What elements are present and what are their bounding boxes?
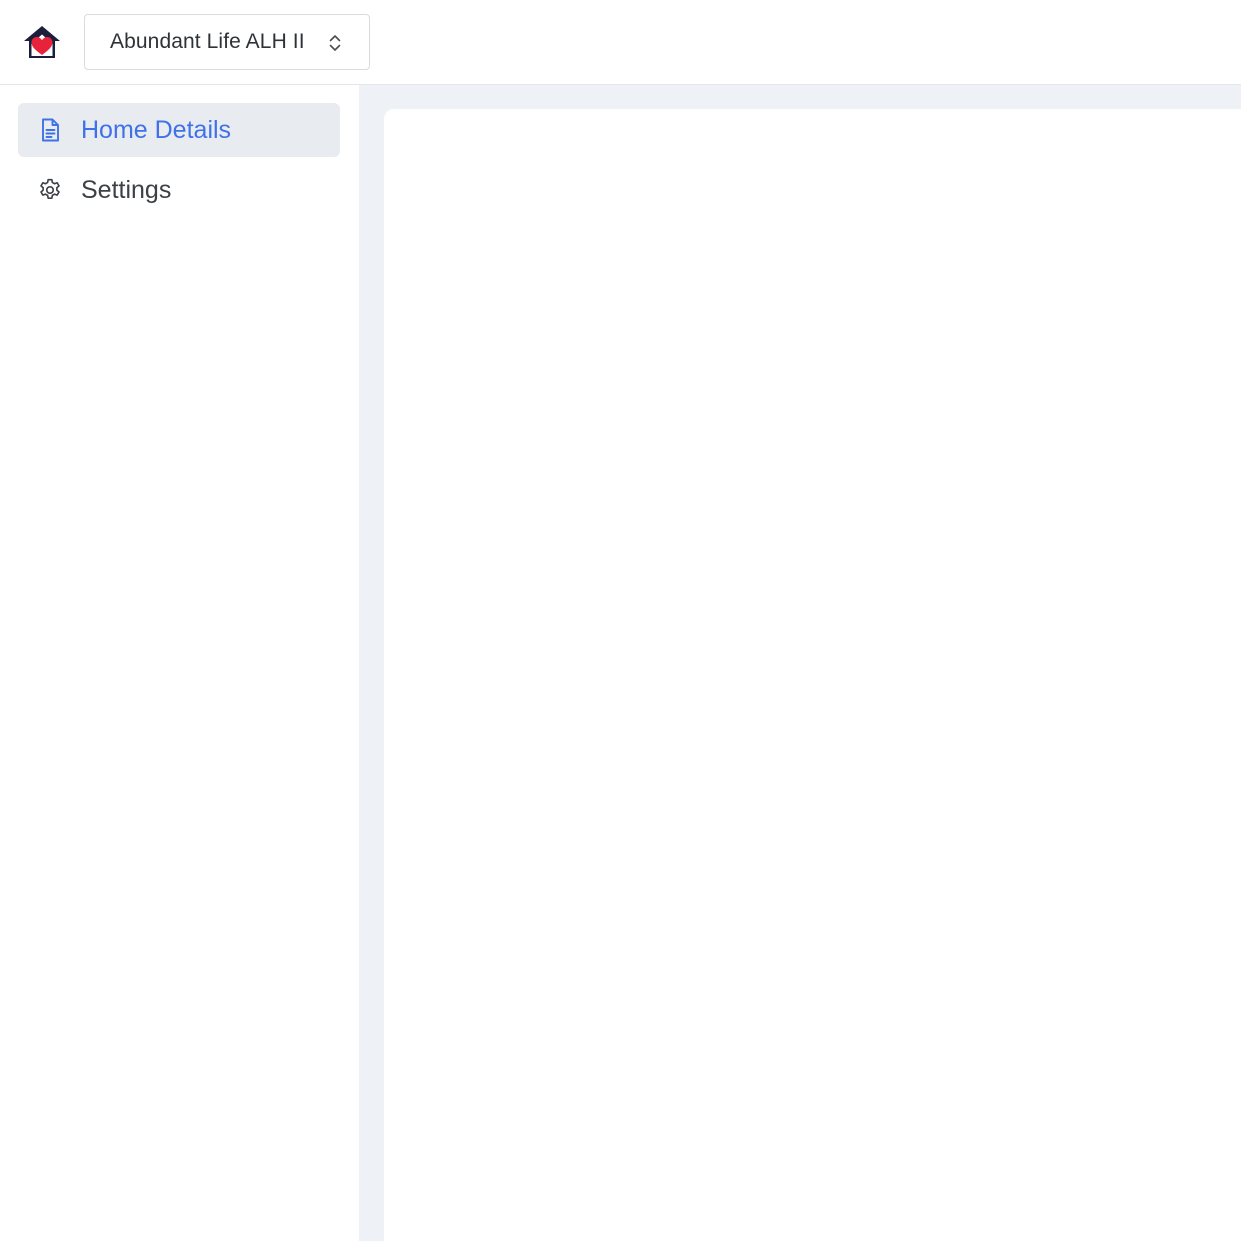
sidebar-item-label: Home Details xyxy=(81,116,232,144)
sidebar-item-home-details[interactable]: Home Details xyxy=(18,103,340,157)
document-icon xyxy=(37,117,63,143)
sidebar-item-settings[interactable]: Settings xyxy=(18,163,340,217)
main-area xyxy=(359,85,1241,1241)
home-selector[interactable]: Abundant Life ALH II xyxy=(84,14,370,70)
top-header: Abundant Life ALH II xyxy=(0,0,1241,85)
gear-icon xyxy=(37,177,63,203)
content-panel xyxy=(384,109,1241,1241)
house-heart-icon[interactable] xyxy=(22,24,62,60)
home-selector-value: Abundant Life ALH II xyxy=(110,30,305,53)
chevron-updown-icon xyxy=(327,33,343,53)
sidebar-item-label: Settings xyxy=(81,176,172,204)
sidebar: Home Details Settings xyxy=(0,85,359,1241)
app-window: Abundant Life ALH II Home Details Settin… xyxy=(0,0,1241,1241)
